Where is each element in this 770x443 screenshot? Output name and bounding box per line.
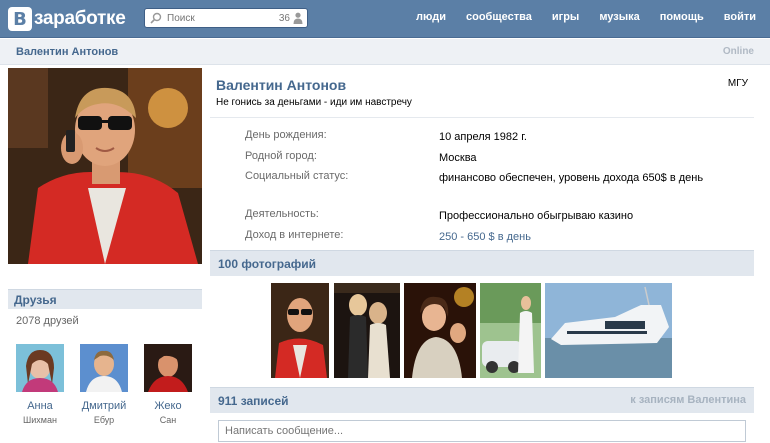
friend-card[interactable]: Жеко Сан xyxy=(138,344,198,425)
info-value[interactable]: 10 апреля 1982 г. xyxy=(439,129,709,146)
search-icon xyxy=(149,11,163,25)
info-label: Родной город: xyxy=(245,150,317,162)
friend-photo[interactable] xyxy=(144,344,192,392)
friend-first-name[interactable]: Дмитрий xyxy=(74,400,134,412)
info-label: Социальный статус: xyxy=(245,170,349,182)
nav-games[interactable]: игры xyxy=(552,11,579,23)
compose-message-input[interactable] xyxy=(218,420,746,442)
photo-thumbnail[interactable] xyxy=(545,283,672,378)
logo-text: заработке xyxy=(34,8,126,29)
logo-letter: В xyxy=(8,7,32,31)
user-icon xyxy=(293,12,303,24)
profile-subbar: Валентин Антонов Online xyxy=(0,39,770,65)
friend-card[interactable]: Анна Шихман xyxy=(10,344,70,425)
wall-posts-link[interactable]: к записям Валентина xyxy=(630,394,746,406)
wall-posts-count[interactable]: 911 записей xyxy=(218,394,289,408)
profile-avatar[interactable] xyxy=(8,68,202,264)
info-value: Профессионально обыгрываю казино xyxy=(439,210,634,222)
nav-music[interactable]: музыка xyxy=(599,11,639,23)
friend-photo[interactable] xyxy=(80,344,128,392)
profile-university[interactable]: МГУ xyxy=(728,78,748,89)
photo-thumbnail[interactable] xyxy=(334,283,400,378)
friends-header[interactable]: Друзья xyxy=(8,289,202,309)
nav-help[interactable]: помощь xyxy=(660,11,704,23)
wall-header: 911 записей к записям Валентина xyxy=(210,387,754,413)
friend-last-name: Ебур xyxy=(93,415,115,425)
friend-first-name[interactable]: Жеко xyxy=(138,400,198,412)
friend-last-name: Сан xyxy=(159,415,177,425)
photo-thumbnail[interactable] xyxy=(271,283,329,378)
avatar-image xyxy=(8,68,202,264)
top-bar: В заработке 36 люди сообщества игры музы… xyxy=(0,0,770,38)
subbar-name: Валентин Антонов xyxy=(16,46,119,58)
nav-people[interactable]: люди xyxy=(416,11,446,23)
friend-last-name: Шихман xyxy=(23,415,57,425)
info-label: Деятельность: xyxy=(245,208,319,220)
search-count: 36 xyxy=(278,12,290,24)
info-value[interactable]: Москва xyxy=(439,150,709,167)
search-input[interactable] xyxy=(167,12,279,24)
nav-login[interactable]: войти xyxy=(724,11,756,23)
online-status: Online xyxy=(722,46,754,57)
nav-communities[interactable]: сообщества xyxy=(466,11,532,23)
search-box[interactable]: 36 xyxy=(144,8,308,28)
photo-thumbnail[interactable] xyxy=(404,283,476,378)
info-value[interactable]: 250 - 650 $ в день xyxy=(439,229,709,246)
friend-first-name[interactable]: Анна xyxy=(10,400,70,412)
info-label: Доход в интернете: xyxy=(245,229,344,241)
info-label: День рождения: xyxy=(245,129,327,141)
divider xyxy=(210,117,754,118)
profile-status: Не гонись за деньгами - иди им навстречу xyxy=(216,97,412,108)
photos-header[interactable]: 100 фотографий xyxy=(210,250,754,276)
friends-count[interactable]: 2078 друзей xyxy=(16,315,79,327)
site-logo[interactable]: В заработке xyxy=(8,6,126,32)
friend-card[interactable]: Дмитрий Ебур xyxy=(74,344,134,425)
friend-photo[interactable] xyxy=(16,344,64,392)
info-value: финансово обеспечен, уровень дохода 650$… xyxy=(439,172,704,184)
main-nav: люди сообщества игры музыка помощь войти xyxy=(396,11,756,23)
photo-thumbnail[interactable] xyxy=(480,283,541,378)
profile-name: Валентин Антонов xyxy=(216,77,347,93)
